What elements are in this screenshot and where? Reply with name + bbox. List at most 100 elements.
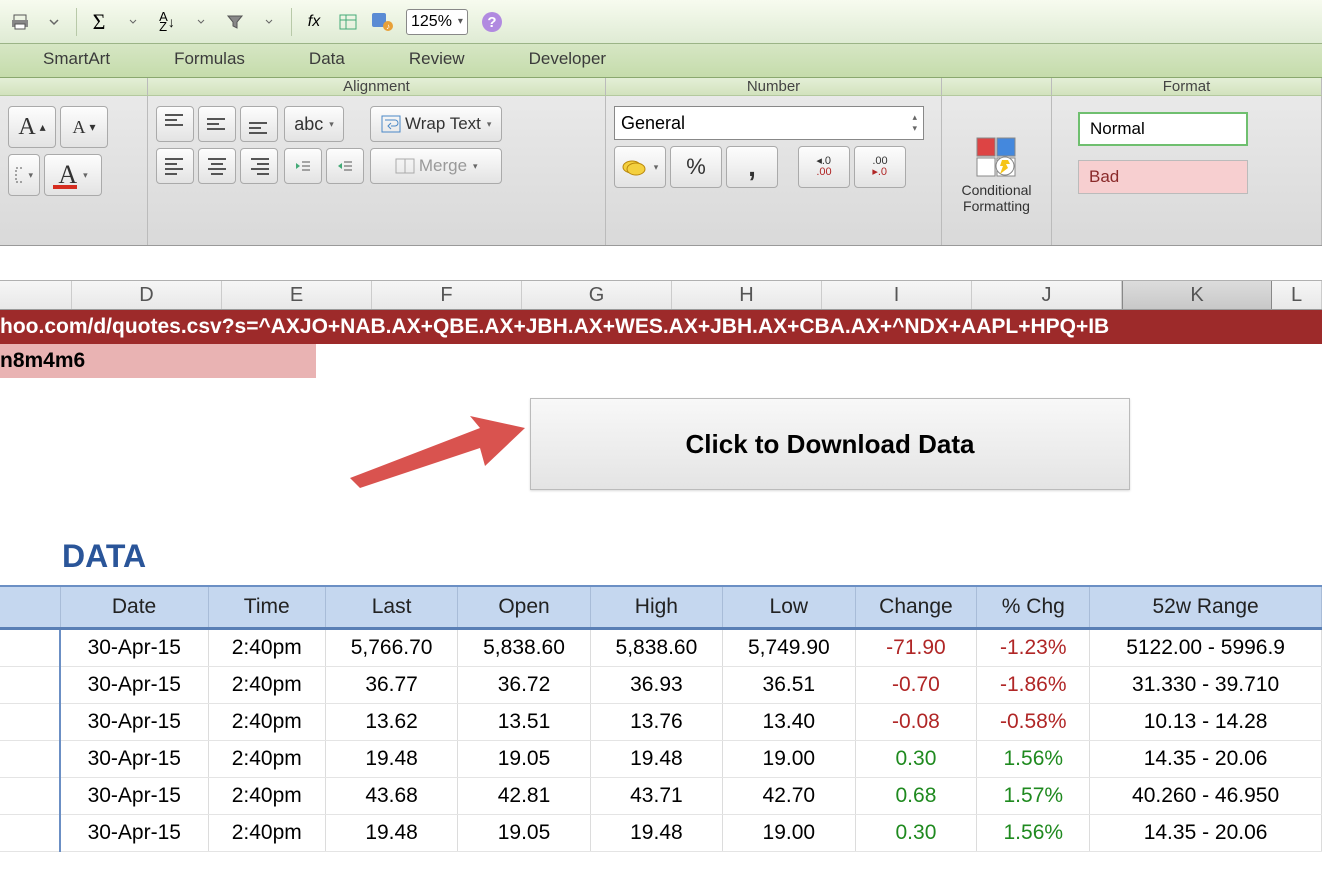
col-header-l[interactable]: L (1272, 281, 1322, 309)
tab-review[interactable]: Review (386, 42, 488, 77)
th-date[interactable]: Date (60, 586, 208, 629)
cell-change[interactable]: -71.90 (855, 629, 977, 667)
cell-open[interactable]: 5,838.60 (458, 629, 590, 667)
th-open[interactable]: Open (458, 586, 590, 629)
cell-range[interactable]: 31.330 - 39.710 (1090, 667, 1322, 704)
cell-high[interactable]: 19.48 (590, 815, 722, 852)
cell-pctchg[interactable]: -1.23% (977, 629, 1090, 667)
align-center-button[interactable] (198, 148, 236, 184)
cell-change[interactable]: -0.70 (855, 667, 977, 704)
autosum-icon[interactable]: Σ (83, 7, 115, 37)
col-header-d[interactable]: D (72, 281, 222, 309)
cell-high[interactable]: 19.48 (590, 741, 722, 778)
orientation-button[interactable]: abc▾ (284, 106, 344, 142)
decrease-font-size-button[interactable]: A▾ (60, 106, 108, 148)
cell-pctchg[interactable]: 1.56% (977, 741, 1090, 778)
print-icon[interactable] (4, 7, 36, 37)
cell-time[interactable]: 2:40pm (208, 778, 325, 815)
cell-time[interactable]: 2:40pm (208, 629, 325, 667)
cell-time[interactable]: 2:40pm (208, 704, 325, 741)
cell-pctchg[interactable]: -1.86% (977, 667, 1090, 704)
cell-date[interactable]: 30-Apr-15 (60, 741, 208, 778)
sort-dropdown-icon[interactable] (185, 7, 217, 37)
cell-range[interactable]: 5122.00 - 5996.9 (1090, 629, 1322, 667)
cell-change[interactable]: 0.30 (855, 815, 977, 852)
cell-low[interactable]: 42.70 (723, 778, 855, 815)
cell-range[interactable]: 40.260 - 46.950 (1090, 778, 1322, 815)
cell-pctchg[interactable]: 1.57% (977, 778, 1090, 815)
th-high[interactable]: High (590, 586, 722, 629)
th-last[interactable]: Last (325, 586, 457, 629)
cell-high[interactable]: 43.71 (590, 778, 722, 815)
percent-button[interactable]: % (670, 146, 722, 188)
table-row[interactable]: 30-Apr-152:40pm36.7736.7236.9336.51-0.70… (0, 667, 1322, 704)
sort-az-icon[interactable]: AZ↓ (151, 7, 183, 37)
align-right-button[interactable] (240, 148, 278, 184)
col-header-k[interactable]: K (1122, 281, 1272, 309)
table-row[interactable]: 30-Apr-152:40pm5,766.705,838.605,838.605… (0, 629, 1322, 667)
wrap-text-button[interactable]: Wrap Text▾ (370, 106, 502, 142)
number-format-select[interactable]: General ▴▾ (614, 106, 924, 140)
fx-icon[interactable]: fx (298, 7, 330, 37)
cell-style-bad[interactable]: Bad (1078, 160, 1248, 194)
th-pctchg[interactable]: % Chg (977, 586, 1090, 629)
cell-low[interactable]: 36.51 (723, 667, 855, 704)
cell-time[interactable]: 2:40pm (208, 667, 325, 704)
col-header-f[interactable]: F (372, 281, 522, 309)
tab-smartart[interactable]: SmartArt (20, 42, 133, 77)
cell-pctchg[interactable]: 1.56% (977, 815, 1090, 852)
filter-dropdown-icon[interactable] (253, 7, 285, 37)
decrease-decimal-button[interactable]: .00▸.0 (854, 146, 906, 188)
th-52wrange[interactable]: 52w Range (1090, 586, 1322, 629)
border-button[interactable]: ▾ (8, 154, 40, 196)
decrease-indent-button[interactable] (284, 148, 322, 184)
font-color-button[interactable]: A▾ (44, 154, 102, 196)
filter-icon[interactable] (219, 7, 251, 37)
currency-button[interactable]: ▾ (614, 146, 666, 188)
cell-open[interactable]: 42.81 (458, 778, 590, 815)
cell-date[interactable]: 30-Apr-15 (60, 667, 208, 704)
cell-date[interactable]: 30-Apr-15 (60, 629, 208, 667)
tab-data[interactable]: Data (286, 42, 368, 77)
cell-date[interactable]: 30-Apr-15 (60, 778, 208, 815)
cell-last[interactable]: 36.77 (325, 667, 457, 704)
help-icon[interactable]: ? (476, 7, 508, 37)
cell-last[interactable]: 19.48 (325, 815, 457, 852)
col-header-i[interactable]: I (822, 281, 972, 309)
cell-change[interactable]: 0.30 (855, 741, 977, 778)
col-header-h[interactable]: H (672, 281, 822, 309)
table-row[interactable]: 30-Apr-152:40pm19.4819.0519.4819.000.301… (0, 741, 1322, 778)
cell-range[interactable]: 14.35 - 20.06 (1090, 741, 1322, 778)
col-header-g[interactable]: G (522, 281, 672, 309)
cell-open[interactable]: 19.05 (458, 741, 590, 778)
cell-low[interactable]: 13.40 (723, 704, 855, 741)
comma-button[interactable]: , (726, 146, 778, 188)
table-row[interactable]: 30-Apr-152:40pm13.6213.5113.7613.40-0.08… (0, 704, 1322, 741)
redo-dropdown-icon[interactable] (38, 7, 70, 37)
cell-open[interactable]: 36.72 (458, 667, 590, 704)
cell-time[interactable]: 2:40pm (208, 741, 325, 778)
cell-open[interactable]: 19.05 (458, 815, 590, 852)
cell-range[interactable]: 10.13 - 14.28 (1090, 704, 1322, 741)
url-cell-row1[interactable]: hoo.com/d/quotes.csv?s=^AXJO+NAB.AX+QBE.… (0, 310, 1322, 344)
col-header-j[interactable]: J (972, 281, 1122, 309)
th-change[interactable]: Change (855, 586, 977, 629)
table-row[interactable]: 30-Apr-152:40pm43.6842.8143.7142.700.681… (0, 778, 1322, 815)
col-header-e[interactable]: E (222, 281, 372, 309)
autosum-dropdown-icon[interactable] (117, 7, 149, 37)
show-formulas-icon[interactable] (332, 7, 364, 37)
zoom-select[interactable]: 125%▾ (406, 9, 468, 35)
tab-formulas[interactable]: Formulas (151, 42, 268, 77)
cell-pctchg[interactable]: -0.58% (977, 704, 1090, 741)
cell-high[interactable]: 36.93 (590, 667, 722, 704)
cell-style-normal[interactable]: Normal (1078, 112, 1248, 146)
cell-open[interactable]: 13.51 (458, 704, 590, 741)
th-time[interactable]: Time (208, 586, 325, 629)
increase-indent-button[interactable] (326, 148, 364, 184)
col-header-blank[interactable] (0, 281, 72, 309)
table-row[interactable]: 30-Apr-152:40pm19.4819.0519.4819.000.301… (0, 815, 1322, 852)
cell-change[interactable]: -0.08 (855, 704, 977, 741)
download-data-button[interactable]: Click to Download Data (530, 398, 1130, 490)
cell-last[interactable]: 5,766.70 (325, 629, 457, 667)
th-low[interactable]: Low (723, 586, 855, 629)
